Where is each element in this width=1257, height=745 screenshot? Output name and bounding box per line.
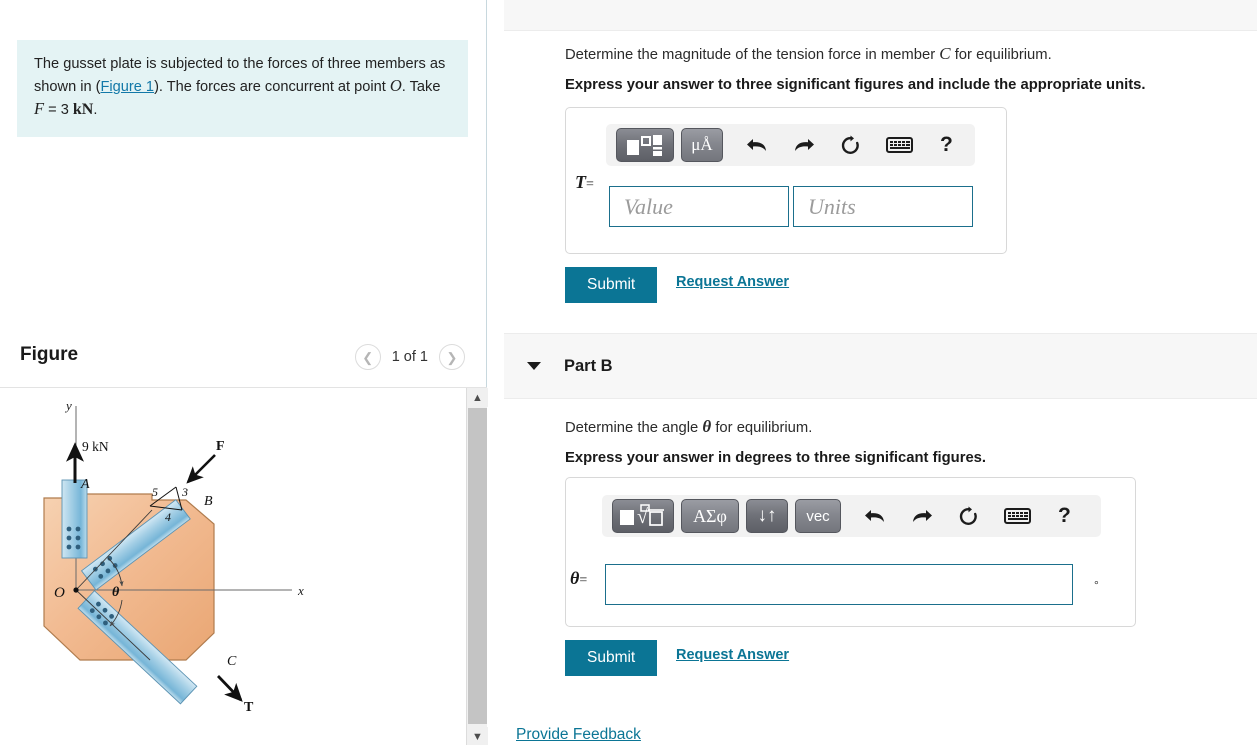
problem-text-line2b: ). The forces are bbox=[154, 79, 261, 95]
force-t-label: T bbox=[244, 700, 254, 715]
degree-unit-label: ° bbox=[1094, 578, 1099, 592]
problem-text-line3b: . Take bbox=[401, 79, 441, 95]
angle-theta-label: θ bbox=[112, 585, 120, 600]
figure-1-link[interactable]: Figure 1 bbox=[101, 79, 155, 95]
scroll-down-button[interactable]: ▼ bbox=[467, 727, 488, 745]
problem-statement: The gusset plate is subjected to the for… bbox=[17, 40, 468, 137]
figure-header: Figure ❮ 1 of 1 ❯ bbox=[0, 344, 487, 384]
figure-body: y x 9 kN A F B 5 3 4 T C O θ ▲ ▼ bbox=[0, 387, 488, 745]
arrows-icon[interactable]: ↓↑ bbox=[746, 499, 788, 533]
axis-x-label: x bbox=[297, 583, 304, 598]
part-b-instruction: Express your answer in degrees to three … bbox=[565, 450, 987, 466]
part-a-submit-button[interactable]: Submit bbox=[565, 267, 658, 303]
problem-text-line1: The gusset plate is subjected to the for… bbox=[34, 56, 361, 72]
force-f-label: F bbox=[216, 439, 225, 454]
force-symbol: F bbox=[34, 99, 45, 118]
member-a-label: A bbox=[80, 477, 90, 492]
part-a-instruction: Express your answer to three significant… bbox=[565, 77, 1146, 93]
figure-scrollbar[interactable]: ▲ ▼ bbox=[466, 388, 488, 745]
part-b-question-tail: for equilibrium. bbox=[711, 420, 813, 436]
part-b-request-answer-link[interactable]: Request Answer bbox=[676, 647, 789, 663]
triangle-label-4: 4 bbox=[165, 510, 171, 524]
part-a-answer-box: μÅ ? T= Value Units bbox=[565, 107, 1007, 254]
part-a-equals: = bbox=[586, 177, 594, 192]
part-a-header-strip[interactable] bbox=[504, 0, 1257, 31]
problem-page: The gusset plate is subjected to the for… bbox=[0, 0, 1257, 745]
redo-icon[interactable] bbox=[911, 506, 933, 526]
axis-y-label: y bbox=[64, 398, 72, 413]
part-a-answer-label: T= bbox=[575, 172, 594, 193]
problem-text-line3a: concurrent at point bbox=[264, 79, 390, 95]
part-b-theta-symbol: θ bbox=[702, 417, 712, 436]
reset-icon[interactable] bbox=[958, 506, 979, 527]
sqrt-template-icon[interactable]: √ bbox=[612, 499, 674, 533]
force-9kn-label: 9 kN bbox=[82, 439, 109, 454]
force-unit: kN bbox=[72, 101, 94, 118]
figure-nav: ❮ 1 of 1 ❯ bbox=[354, 344, 465, 370]
member-b-label: B bbox=[204, 494, 213, 509]
reset-icon[interactable] bbox=[840, 135, 861, 156]
keyboard-icon[interactable] bbox=[886, 137, 913, 153]
scrollbar-thumb[interactable] bbox=[468, 408, 487, 724]
vector-icon[interactable]: vec bbox=[795, 499, 841, 533]
figure-prev-button[interactable]: ❮ bbox=[354, 344, 381, 370]
scroll-up-button[interactable]: ▲ bbox=[467, 388, 488, 407]
origin-label: O bbox=[54, 585, 65, 601]
part-a-question-tail: for equilibrium. bbox=[950, 47, 1052, 63]
redo-icon[interactable] bbox=[793, 135, 815, 155]
part-a-toolbar: μÅ ? bbox=[606, 124, 975, 166]
part-b-answer-box: √ ΑΣφ ↓↑ vec ? θ= ° bbox=[565, 477, 1136, 627]
triangle-label-5: 5 bbox=[152, 485, 158, 499]
caret-down-icon[interactable] bbox=[527, 362, 541, 370]
figure-title: Figure bbox=[20, 344, 79, 365]
undo-icon[interactable] bbox=[746, 135, 768, 155]
problem-period: . bbox=[93, 102, 98, 118]
part-b-value-input[interactable] bbox=[605, 564, 1073, 605]
part-b-toolbar: √ ΑΣφ ↓↑ vec ? bbox=[602, 495, 1101, 537]
help-icon[interactable]: ? bbox=[940, 133, 953, 157]
provide-feedback-link[interactable]: Provide Feedback bbox=[516, 726, 641, 744]
part-b-variable: θ bbox=[570, 568, 580, 588]
member-c-label: C bbox=[227, 654, 237, 669]
template-icon[interactable] bbox=[616, 128, 674, 162]
part-b-equals: = bbox=[579, 573, 588, 588]
gusset-plate-diagram: y x 9 kN A F B 5 3 4 T C O θ bbox=[43, 398, 304, 715]
triangle-label-3: 3 bbox=[181, 485, 188, 499]
keyboard-icon[interactable] bbox=[1004, 508, 1031, 524]
figure-next-button[interactable]: ❯ bbox=[439, 344, 465, 370]
force-t-arrow bbox=[216, 675, 243, 702]
point-symbol: O bbox=[389, 76, 402, 95]
part-a-units-input[interactable] bbox=[793, 186, 973, 227]
part-b-question-text: Determine the angle bbox=[565, 420, 703, 436]
part-b-submit-button[interactable]: Submit bbox=[565, 640, 658, 676]
greek-symbols-icon[interactable]: ΑΣφ bbox=[681, 499, 739, 533]
figure-image: y x 9 kN A F B 5 3 4 T C O θ bbox=[0, 388, 444, 745]
help-icon[interactable]: ? bbox=[1058, 504, 1071, 528]
force-value: = 3 bbox=[44, 102, 73, 118]
part-a-request-answer-link[interactable]: Request Answer bbox=[676, 274, 789, 290]
figure-counter: 1 of 1 bbox=[391, 349, 428, 365]
part-a-value-input[interactable] bbox=[609, 186, 789, 227]
right-panel: Determine the magnitude of the tension f… bbox=[488, 0, 1257, 745]
part-b-label: Part B bbox=[564, 356, 613, 375]
svg-text:√: √ bbox=[637, 506, 648, 528]
force-f-arrow bbox=[186, 454, 216, 484]
left-panel: The gusset plate is subjected to the for… bbox=[0, 0, 488, 745]
part-a-question: Determine the magnitude of the tension f… bbox=[565, 44, 1052, 64]
part-a-question-text: Determine the magnitude of the tension f… bbox=[565, 47, 940, 63]
units-icon[interactable]: μÅ bbox=[681, 128, 723, 162]
part-a-variable: T bbox=[575, 172, 586, 192]
part-b-header[interactable]: Part B bbox=[504, 333, 1257, 399]
part-b-question: Determine the angle θ for equilibrium. bbox=[565, 417, 812, 437]
undo-icon[interactable] bbox=[864, 506, 886, 526]
part-a-member-symbol: C bbox=[939, 44, 951, 63]
part-b-answer-label: θ= bbox=[570, 568, 587, 589]
